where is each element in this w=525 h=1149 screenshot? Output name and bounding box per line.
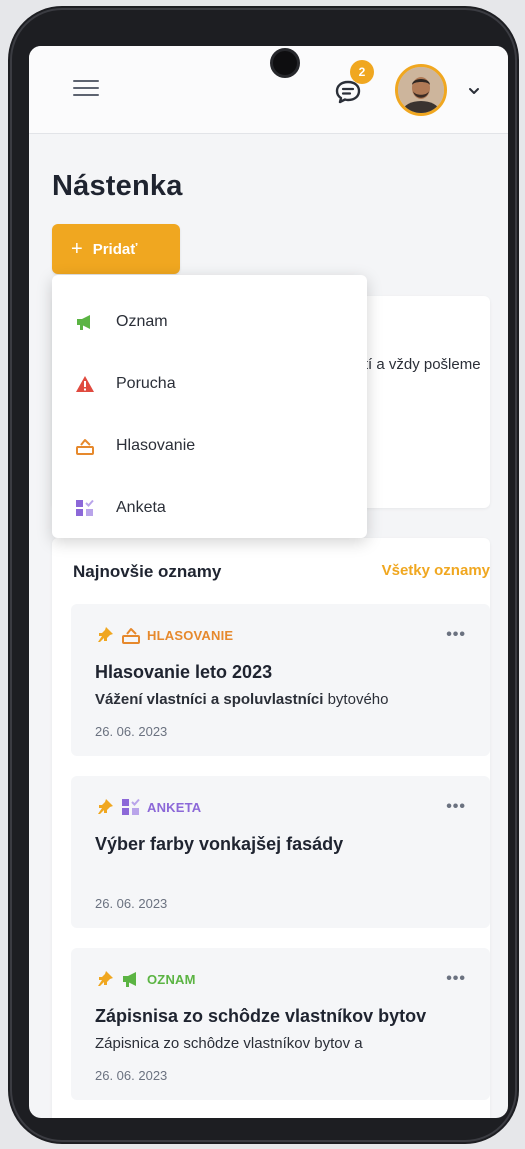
post-title: Zápisnisa zo schôdze vlastníkov bytov	[95, 1006, 427, 1026]
chevron-down-icon[interactable]	[467, 84, 481, 98]
menu-item-label: Hlasovanie	[116, 437, 196, 454]
post-category-label: ANKETA	[147, 799, 202, 815]
menu-item-anketa[interactable]: Anketa	[52, 477, 367, 539]
add-button-label: Pridať	[92, 240, 138, 258]
post-excerpt-bold: Vážení vlastníci a spoluvlastníci	[95, 691, 324, 708]
hamburger-menu-icon[interactable]	[73, 80, 99, 100]
more-options-icon[interactable]: •••	[446, 970, 466, 988]
announcement-card[interactable]: OZNAM ••• Zápisnisa zo schôdze vlastníko…	[71, 948, 490, 1100]
plus-icon: +	[71, 237, 83, 260]
add-button[interactable]: + Pridať	[52, 224, 180, 274]
post-excerpt: Zápisnica zo schôdze vlastníkov bytov a	[95, 1035, 363, 1052]
messages-count-badge: 2	[350, 60, 374, 84]
ballot-box-icon	[74, 435, 96, 457]
more-options-icon[interactable]: •••	[446, 626, 466, 644]
avatar-portrait-icon	[398, 67, 444, 113]
app-header: 2	[29, 46, 508, 134]
post-category-label: OZNAM	[147, 971, 196, 987]
announcement-card[interactable]: HLASOVANIE ••• Hlasovanie leto 2023 Váže…	[71, 604, 490, 756]
megaphone-icon	[121, 969, 141, 989]
post-title: Hlasovanie leto 2023	[95, 662, 273, 682]
menu-item-label: Porucha	[116, 375, 176, 392]
pin-icon	[95, 797, 115, 817]
menu-item-label: Oznam	[116, 313, 168, 330]
post-date: 26. 06. 2023	[95, 724, 168, 739]
user-avatar[interactable]	[395, 64, 447, 116]
poll-icon	[74, 497, 96, 519]
info-card-text: ostí a vždy pošleme	[348, 356, 481, 373]
post-title: Výber farby vonkajšej fasády	[95, 834, 344, 854]
poll-icon	[121, 797, 141, 817]
post-excerpt-rest: bytového	[323, 691, 389, 708]
ballot-box-icon	[121, 625, 141, 645]
post-tags: ANKETA	[95, 796, 201, 818]
menu-item-porucha[interactable]: Porucha	[52, 353, 367, 415]
phone-frame: 2 Nástenka + Pridať ostí a vždy pošleme …	[8, 6, 519, 1144]
post-tags: HLASOVANIE	[95, 624, 233, 646]
warning-icon	[74, 373, 96, 395]
post-tags: OZNAM	[95, 968, 196, 990]
latest-announcements-panel: Najnovšie oznamy Všetky oznamy HLASOVANI…	[52, 538, 490, 1118]
section-title: Najnovšie oznamy	[73, 562, 222, 581]
post-category-label: HLASOVANIE	[147, 627, 234, 643]
menu-item-oznam[interactable]: Oznam	[52, 291, 367, 353]
front-camera	[270, 48, 300, 78]
pin-icon	[95, 969, 115, 989]
post-date: 26. 06. 2023	[95, 1068, 168, 1083]
menu-item-label: Anketa	[116, 499, 166, 516]
megaphone-icon	[74, 311, 96, 333]
add-menu-dropdown: Oznam Porucha Hlasovanie Anketa	[52, 275, 367, 538]
all-announcements-link[interactable]: Všetky oznamy	[382, 562, 490, 579]
menu-item-hlasovanie[interactable]: Hlasovanie	[52, 415, 367, 477]
more-options-icon[interactable]: •••	[446, 798, 466, 816]
app-screen: 2 Nástenka + Pridať ostí a vždy pošleme …	[29, 46, 508, 1118]
pin-icon	[95, 625, 115, 645]
post-excerpt: Vážení vlastníci a spoluvlastníci bytové…	[95, 691, 388, 708]
post-date: 26. 06. 2023	[95, 896, 168, 911]
announcement-card[interactable]: ANKETA ••• Výber farby vonkajšej fasády …	[71, 776, 490, 928]
page-title: Nástenka	[52, 170, 183, 202]
